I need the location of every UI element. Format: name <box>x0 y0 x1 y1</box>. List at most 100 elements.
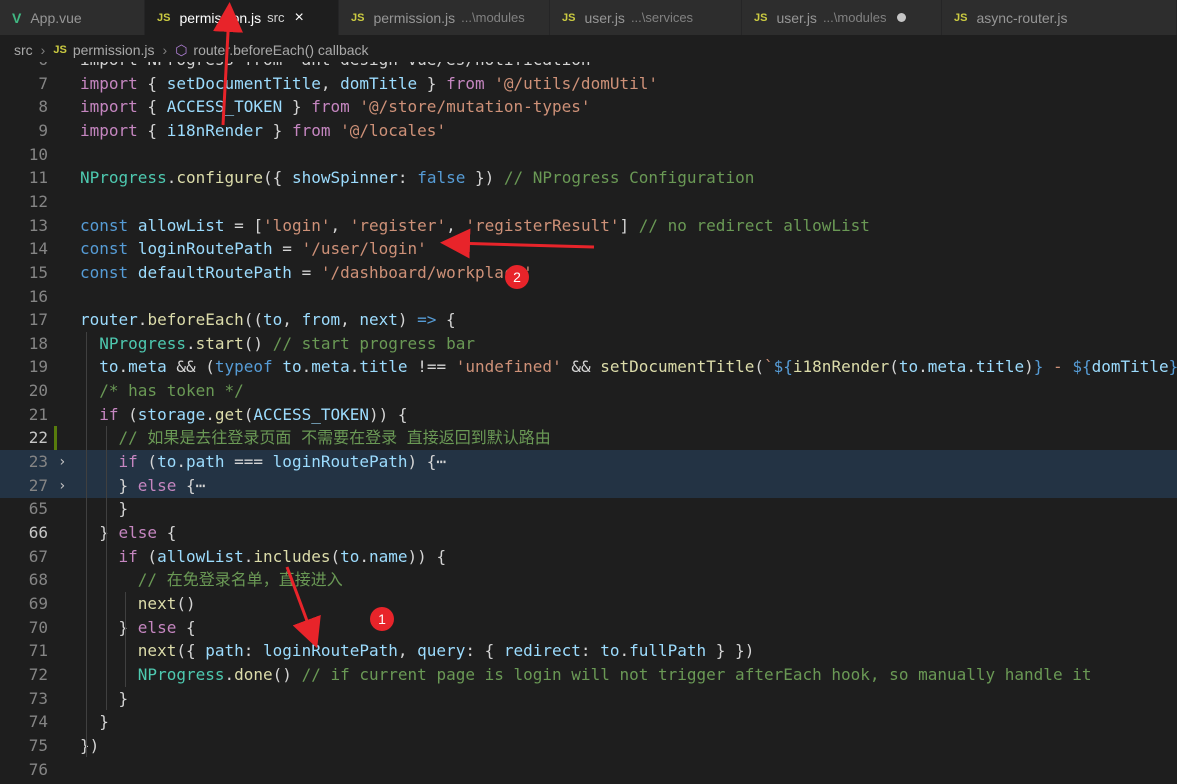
line-number: 20 <box>28 381 48 401</box>
code-text: // 如果是去往登录页面 不需要在登录 直接返回到默认路由 <box>118 428 551 448</box>
code-line[interactable]: 27 › } else {⋯ <box>0 473 1177 498</box>
code-line[interactable]: 12 <box>0 190 1177 214</box>
indent-guide <box>86 331 87 758</box>
line-number: 18 <box>28 333 48 353</box>
code-line[interactable]: 6 import NProgress from 'ant-design-vue/e… <box>0 62 1177 72</box>
breadcrumb: src › JS permission.js › ⬡ router.before… <box>0 35 1177 65</box>
code-line[interactable]: 18 NProgress.start() // start progress b… <box>0 332 1177 356</box>
code-line[interactable]: 7 import { setDocumentTitle, domTitle } f… <box>0 72 1177 96</box>
line-number: 11 <box>28 168 48 188</box>
code-line[interactable]: 11 NProgress.configure({ showSpinner: fal… <box>0 166 1177 190</box>
code-line[interactable]: 16 <box>0 285 1177 309</box>
code-line[interactable]: 8 import { ACCESS_TOKEN } from '@/store/m… <box>0 95 1177 119</box>
js-file-icon: JS <box>157 11 171 24</box>
code-line[interactable]: 9 import { i18nRender } from '@/locales' <box>0 119 1177 143</box>
code-line[interactable]: 65 } <box>0 497 1177 521</box>
line-number: 65 <box>28 499 48 519</box>
breadcrumb-file[interactable]: permission.js <box>73 42 155 58</box>
tab-directory: src <box>267 10 285 25</box>
code-text: to.meta && (typeof to.meta.title !== 'un… <box>99 357 1177 377</box>
annotation-badge-1: 1 <box>370 607 394 631</box>
code-line[interactable]: 73 } <box>0 687 1177 711</box>
tab-label: permission.js <box>179 9 262 26</box>
line-number: 27 <box>28 475 48 495</box>
code-line[interactable]: 13 const allowList = ['login', 'register'… <box>0 214 1177 238</box>
tab-user-js[interactable]: JS user.js ...\modules <box>742 0 942 35</box>
fold-chevron-icon[interactable]: › <box>58 450 66 474</box>
line-number: 10 <box>28 144 48 164</box>
code-line[interactable]: 15 const defaultRoutePath = '/dashboard/w… <box>0 261 1177 285</box>
tab-App-vue[interactable]: V App.vue <box>0 0 145 35</box>
line-number: 7 <box>38 73 48 93</box>
code-line[interactable]: 23 › if (to.path === loginRoutePath) {⋯ <box>0 450 1177 475</box>
breadcrumb-symbol[interactable]: router.beforeEach() callback <box>193 42 368 58</box>
code-editor[interactable]: 6 import NProgress from 'ant-design-vue/e… <box>0 62 1177 784</box>
code-line[interactable]: 74 } <box>0 710 1177 734</box>
line-number: 14 <box>28 239 48 259</box>
indent-guide <box>125 662 126 687</box>
code-line[interactable]: 67 if (allowList.includes(to.name)) { <box>0 545 1177 569</box>
close-icon[interactable]: × <box>295 9 304 27</box>
line-number: 17 <box>28 310 48 330</box>
annotation-badge-2: 2 <box>505 265 529 289</box>
line-number: 15 <box>28 262 48 282</box>
code-line[interactable]: 76 <box>0 758 1177 782</box>
code-line[interactable]: 20 /* has token */ <box>0 379 1177 403</box>
fold-chevron-icon[interactable]: › <box>58 474 66 498</box>
code-line[interactable]: 69 next() <box>0 592 1177 616</box>
code-line[interactable]: 75}) <box>0 734 1177 758</box>
code-line[interactable]: 14 const loginRoutePath = '/user/login' <box>0 237 1177 261</box>
code-text: import { ACCESS_TOKEN } from '@/store/mu… <box>80 97 591 117</box>
unsaved-dot-icon[interactable] <box>896 13 906 22</box>
code-line[interactable]: 17 router.beforeEach((to, from, next) => … <box>0 308 1177 332</box>
js-file-icon: JS <box>954 11 968 24</box>
vue-file-icon: V <box>12 9 22 26</box>
symbol-method-icon: ⬡ <box>175 41 188 58</box>
code-line[interactable]: 19 to.meta && (typeof to.meta.title !== … <box>0 355 1177 379</box>
line-number: 74 <box>28 712 48 732</box>
line-number: 13 <box>28 215 48 235</box>
code-line[interactable]: 68 // 在免登录名单，直接进入 <box>0 568 1177 592</box>
tab-async-router-js[interactable]: JS async-router.js <box>942 0 1177 35</box>
code-line[interactable]: 22 // 如果是去往登录页面 不需要在登录 直接返回到默认路由 <box>0 426 1177 450</box>
line-number: 8 <box>38 97 48 117</box>
code-text: import NProgress from 'ant-design-vue/es… <box>80 62 600 72</box>
indent-guide <box>106 426 107 569</box>
line-number: 12 <box>28 191 48 211</box>
code-text: if (to.path === loginRoutePath) {⋯ <box>118 452 447 472</box>
indent-guide <box>125 591 126 663</box>
code-text: } <box>80 688 129 708</box>
breadcrumb-folder[interactable]: src <box>14 42 33 58</box>
code-line[interactable]: 71 next({ path: loginRoutePath, query: {… <box>0 639 1177 663</box>
code-line[interactable]: 70 } else { <box>0 616 1177 640</box>
tab-permission-js[interactable]: JS permission.js src × <box>145 0 339 35</box>
code-text: } else {⋯ <box>80 475 206 495</box>
js-file-icon: JS <box>754 11 768 24</box>
code-text: NProgress.start() // start progress bar <box>99 333 475 353</box>
code-text: next() <box>137 593 196 613</box>
code-text: if (storage.get(ACCESS_TOKEN)) { <box>99 404 408 424</box>
code-text: const loginRoutePath = '/user/login' <box>80 239 427 259</box>
code-text: router.beforeEach((to, from, next) => { <box>80 310 456 330</box>
js-file-icon: JS <box>562 11 576 24</box>
tab-user-js[interactable]: JS user.js ...\services <box>550 0 742 35</box>
code-line[interactable]: 66 } else { <box>0 521 1177 545</box>
tab-directory: ...\modules <box>461 10 525 25</box>
breadcrumb-separator-icon: › <box>162 42 168 58</box>
line-number: 70 <box>28 617 48 637</box>
tab-permission-js[interactable]: JS permission.js ...\modules <box>339 0 550 35</box>
line-number: 72 <box>28 664 48 684</box>
code-line[interactable]: 21 if (storage.get(ACCESS_TOKEN)) { <box>0 403 1177 427</box>
code-line[interactable]: 10 <box>0 143 1177 167</box>
line-number: 69 <box>28 593 48 613</box>
code-text: NProgress.done() // if current page is l… <box>137 664 1092 684</box>
code-text: } else { <box>80 523 177 542</box>
tab-label: user.js <box>584 9 625 26</box>
line-number: 73 <box>28 688 48 708</box>
line-number: 76 <box>28 759 48 779</box>
code-line[interactable]: 72 NProgress.done() // if current page i… <box>0 663 1177 687</box>
line-number: 67 <box>28 546 48 566</box>
line-number: 9 <box>38 120 48 140</box>
editor-tab-bar: V App.vue JS permission.js src × JS permission.… <box>0 0 1177 35</box>
code-text: const defaultRoutePath = '/dashboard/wor… <box>80 262 533 282</box>
